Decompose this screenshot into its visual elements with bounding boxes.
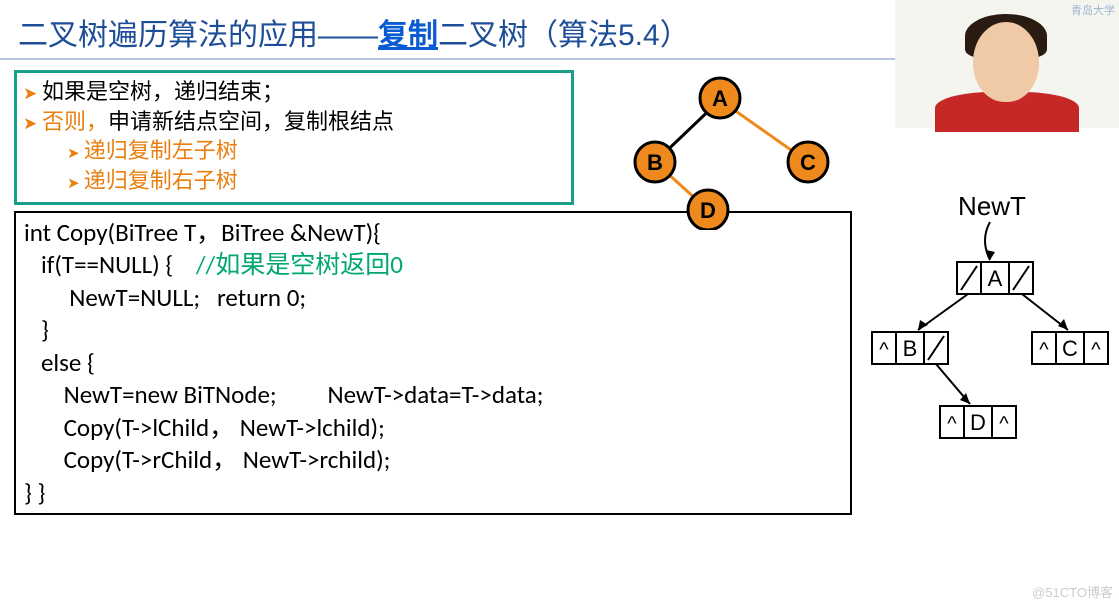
svg-text:^: ^ xyxy=(879,339,889,361)
algo-line-4: 递归复制右子树 xyxy=(67,166,565,196)
algo-line-2: 否则，申请新结点空间，复制根结点 xyxy=(23,107,565,137)
algo-line-1: 如果是空树，递归结束； xyxy=(23,77,565,107)
algorithm-box: 如果是空树，递归结束； 否则，申请新结点空间，复制根结点 递归复制左子树 递归复… xyxy=(14,70,574,205)
watermark: @51CTO博客 xyxy=(1032,582,1113,601)
tree-node-a: A xyxy=(712,86,728,111)
svg-text:^: ^ xyxy=(1091,339,1101,361)
tree-node-d: D xyxy=(700,198,716,223)
code-l5: else { xyxy=(24,347,95,378)
code-comment: //如果是空树返回0 xyxy=(196,249,403,280)
algo-line-3: 递归复制左子树 xyxy=(67,136,565,166)
svg-text:D: D xyxy=(970,410,986,435)
tree-node-c: C xyxy=(800,150,816,175)
code-l7: Copy(T->lChild， NewT->lchild); xyxy=(24,412,385,443)
svg-text:^: ^ xyxy=(947,413,957,435)
code-l6: NewT=new BiTNode; NewT->data=T->data; xyxy=(24,379,543,410)
presenter-webcam: 青岛大学 xyxy=(895,0,1119,128)
newt-node-c: ^ C ^ xyxy=(1032,332,1108,364)
newt-node-a: A xyxy=(957,262,1033,294)
code-box: int Copy(BiTree T，BiTree &NewT){ if(T==N… xyxy=(14,211,852,516)
newt-label: NewT xyxy=(958,191,1026,221)
svg-text:^: ^ xyxy=(1039,339,1049,361)
tree-node-b: B xyxy=(647,150,663,175)
svg-text:C: C xyxy=(1062,336,1078,361)
code-l8: Copy(T->rChild， NewT->rchild); xyxy=(24,444,390,475)
title-pre: 二叉树遍历算法的应用—— xyxy=(18,19,378,52)
code-l3: NewT=NULL; return 0; xyxy=(24,282,306,313)
title-post: 二叉树（算法5.4） xyxy=(438,19,690,52)
newt-node-b: ^ B xyxy=(872,332,948,364)
code-l9: } } xyxy=(24,477,45,508)
newt-node-d: ^ D ^ xyxy=(940,406,1016,438)
code-l2a: if(T==NULL) { xyxy=(24,249,196,280)
svg-text:^: ^ xyxy=(999,413,1009,435)
svg-text:B: B xyxy=(903,336,918,361)
title-accent: 复制 xyxy=(378,19,438,52)
webcam-caption: 青岛大学 xyxy=(1071,2,1115,18)
binary-tree-diagram: A B C D xyxy=(600,70,850,230)
code-l1: int Copy(BiTree T，BiTree &NewT){ xyxy=(24,217,381,248)
code-l4: } xyxy=(24,314,49,345)
newt-diagram: NewT A ^ B ^ C ^ ^ D ^ xyxy=(862,190,1117,470)
svg-text:A: A xyxy=(988,266,1003,291)
